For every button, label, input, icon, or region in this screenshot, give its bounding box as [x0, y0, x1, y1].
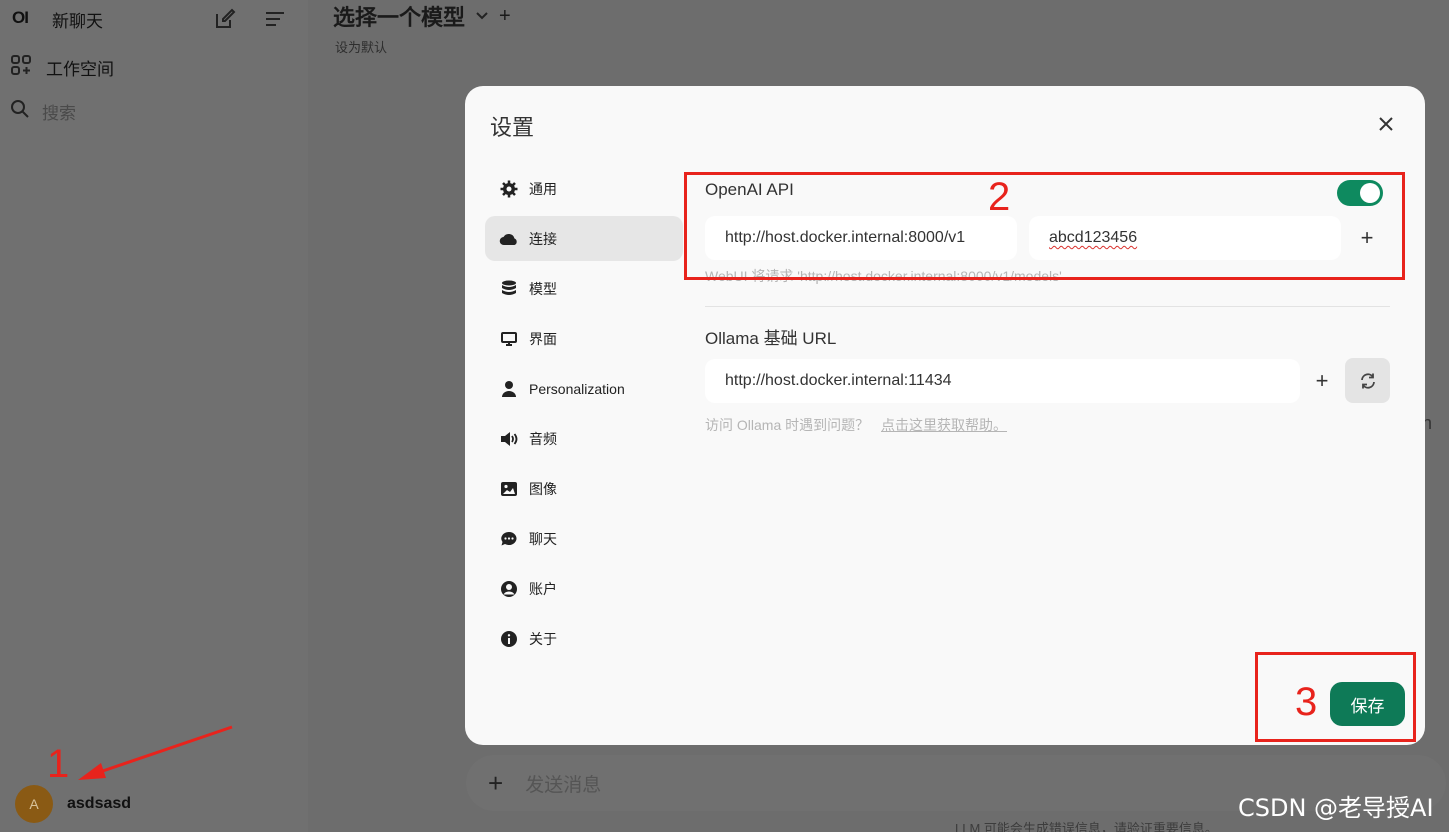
annotation-arrow [78, 725, 233, 780]
watermark: CSDN @老导授AI [1238, 794, 1434, 822]
